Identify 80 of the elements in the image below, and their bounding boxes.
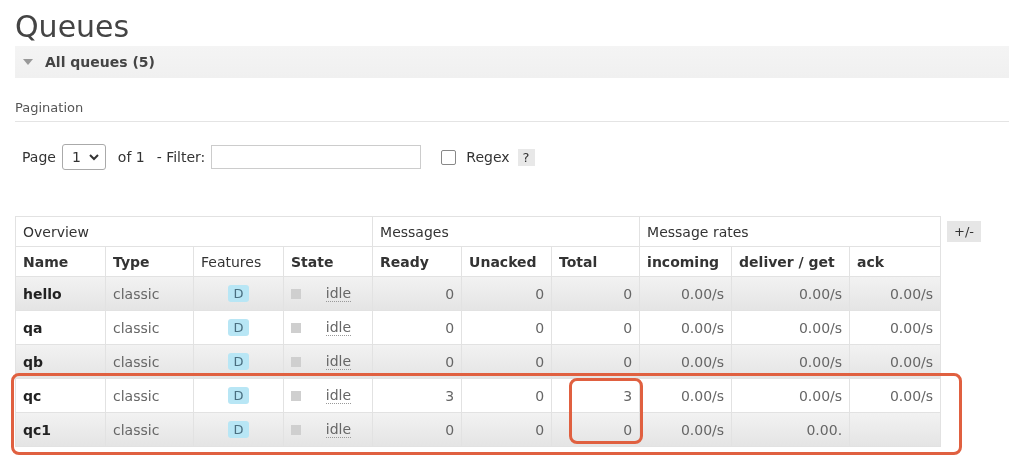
table-cell: 0.00/s bbox=[639, 412, 732, 447]
feature-badge: D bbox=[228, 387, 249, 404]
table-cell: classic bbox=[105, 412, 194, 447]
state-icon bbox=[291, 322, 301, 333]
feature-badge: D bbox=[228, 319, 249, 336]
page-label: Page bbox=[22, 149, 56, 165]
column-header[interactable]: State bbox=[283, 246, 373, 277]
table-cell: 0 bbox=[461, 276, 552, 311]
table-cell: 0.00. bbox=[731, 412, 850, 447]
table-cell: classic bbox=[105, 378, 194, 413]
table-cell: 0.00/s bbox=[731, 344, 850, 379]
filter-field[interactable] bbox=[211, 145, 422, 169]
column-header[interactable]: Unacked bbox=[461, 246, 552, 277]
state-icon bbox=[291, 356, 301, 367]
table-cell: 0.00/s bbox=[731, 378, 850, 413]
column-group-header: Overview bbox=[15, 216, 373, 247]
state-icon bbox=[291, 424, 301, 435]
table-cell: 0.00/s bbox=[849, 344, 941, 379]
table-cell: 0 bbox=[551, 310, 640, 345]
table-cell: 0 bbox=[372, 310, 462, 345]
section-title: All queues (5) bbox=[45, 54, 155, 70]
column-header[interactable]: Name bbox=[15, 246, 106, 277]
state-icon bbox=[291, 390, 301, 401]
table-cell: 0.00/s bbox=[849, 276, 941, 311]
feature-badge: D bbox=[228, 421, 249, 438]
column-group-header: Message rates bbox=[639, 216, 941, 247]
table-cell: 0 bbox=[551, 344, 640, 379]
table-cell: 0 bbox=[551, 276, 640, 311]
table-cell: 0 bbox=[461, 412, 552, 447]
table-cell: 0 bbox=[372, 344, 462, 379]
filter-label: - Filter: bbox=[156, 149, 206, 165]
state-text: idle bbox=[325, 285, 352, 302]
table-cell: classic bbox=[105, 276, 194, 311]
column-header[interactable]: incoming bbox=[639, 246, 732, 277]
table-cell: 0 bbox=[461, 378, 552, 413]
help-button[interactable]: ? bbox=[517, 148, 535, 166]
table-cell: 0.00/s bbox=[849, 310, 941, 345]
chevron-icon bbox=[88, 153, 99, 161]
table-cell: 3 bbox=[372, 378, 462, 413]
table-cell: 0.00/s bbox=[731, 310, 850, 345]
table-cell: classic bbox=[105, 310, 194, 345]
queue-name[interactable]: hello bbox=[15, 276, 106, 311]
table-cell: 0 bbox=[461, 310, 552, 345]
table-cell: 0.00/s bbox=[639, 276, 732, 311]
state-text: idle bbox=[325, 319, 352, 336]
feature-badge: D bbox=[228, 353, 249, 370]
table-cell: 0.00/s bbox=[639, 310, 732, 345]
column-header[interactable]: deliver / get bbox=[731, 246, 850, 277]
table-cell: 0 bbox=[551, 412, 640, 447]
page-count: of 1 bbox=[117, 149, 145, 165]
queue-name[interactable]: qc1 bbox=[15, 412, 106, 447]
table-cell: 0.00/s bbox=[639, 344, 732, 379]
pagination-heading: Pagination bbox=[15, 100, 1009, 122]
table-cell: 0 bbox=[372, 276, 462, 311]
state-icon bbox=[291, 288, 301, 299]
page-title: Queues bbox=[15, 8, 131, 46]
column-header[interactable]: Features bbox=[193, 246, 284, 277]
regex-checkbox[interactable] bbox=[441, 149, 457, 165]
table-cell: classic bbox=[105, 344, 194, 379]
table-cell: 0.00/s bbox=[731, 276, 850, 311]
column-toggle-button[interactable]: +/- bbox=[947, 221, 981, 242]
column-header[interactable]: Type bbox=[105, 246, 194, 277]
column-header[interactable]: Ready bbox=[372, 246, 462, 277]
column-group-header: Messages bbox=[372, 216, 640, 247]
triangle-icon bbox=[23, 58, 33, 66]
table-cell: 0 bbox=[372, 412, 462, 447]
regex-label: Regex bbox=[466, 149, 510, 165]
column-header[interactable]: ack bbox=[849, 246, 941, 277]
queue-name[interactable]: qb bbox=[15, 344, 106, 379]
table-cell: 0.00/s bbox=[849, 378, 941, 413]
section-header[interactable]: All queues (5) bbox=[15, 46, 1009, 78]
state-text: idle bbox=[325, 353, 352, 370]
state-text: idle bbox=[325, 421, 352, 438]
table-cell: 0 bbox=[461, 344, 552, 379]
column-header[interactable]: Total bbox=[551, 246, 640, 277]
feature-badge: D bbox=[228, 285, 249, 302]
queue-name[interactable]: qc bbox=[15, 378, 106, 413]
state-text: idle bbox=[325, 387, 352, 404]
page-select[interactable]: 1 bbox=[61, 144, 106, 170]
queue-name[interactable]: qa bbox=[15, 310, 106, 345]
